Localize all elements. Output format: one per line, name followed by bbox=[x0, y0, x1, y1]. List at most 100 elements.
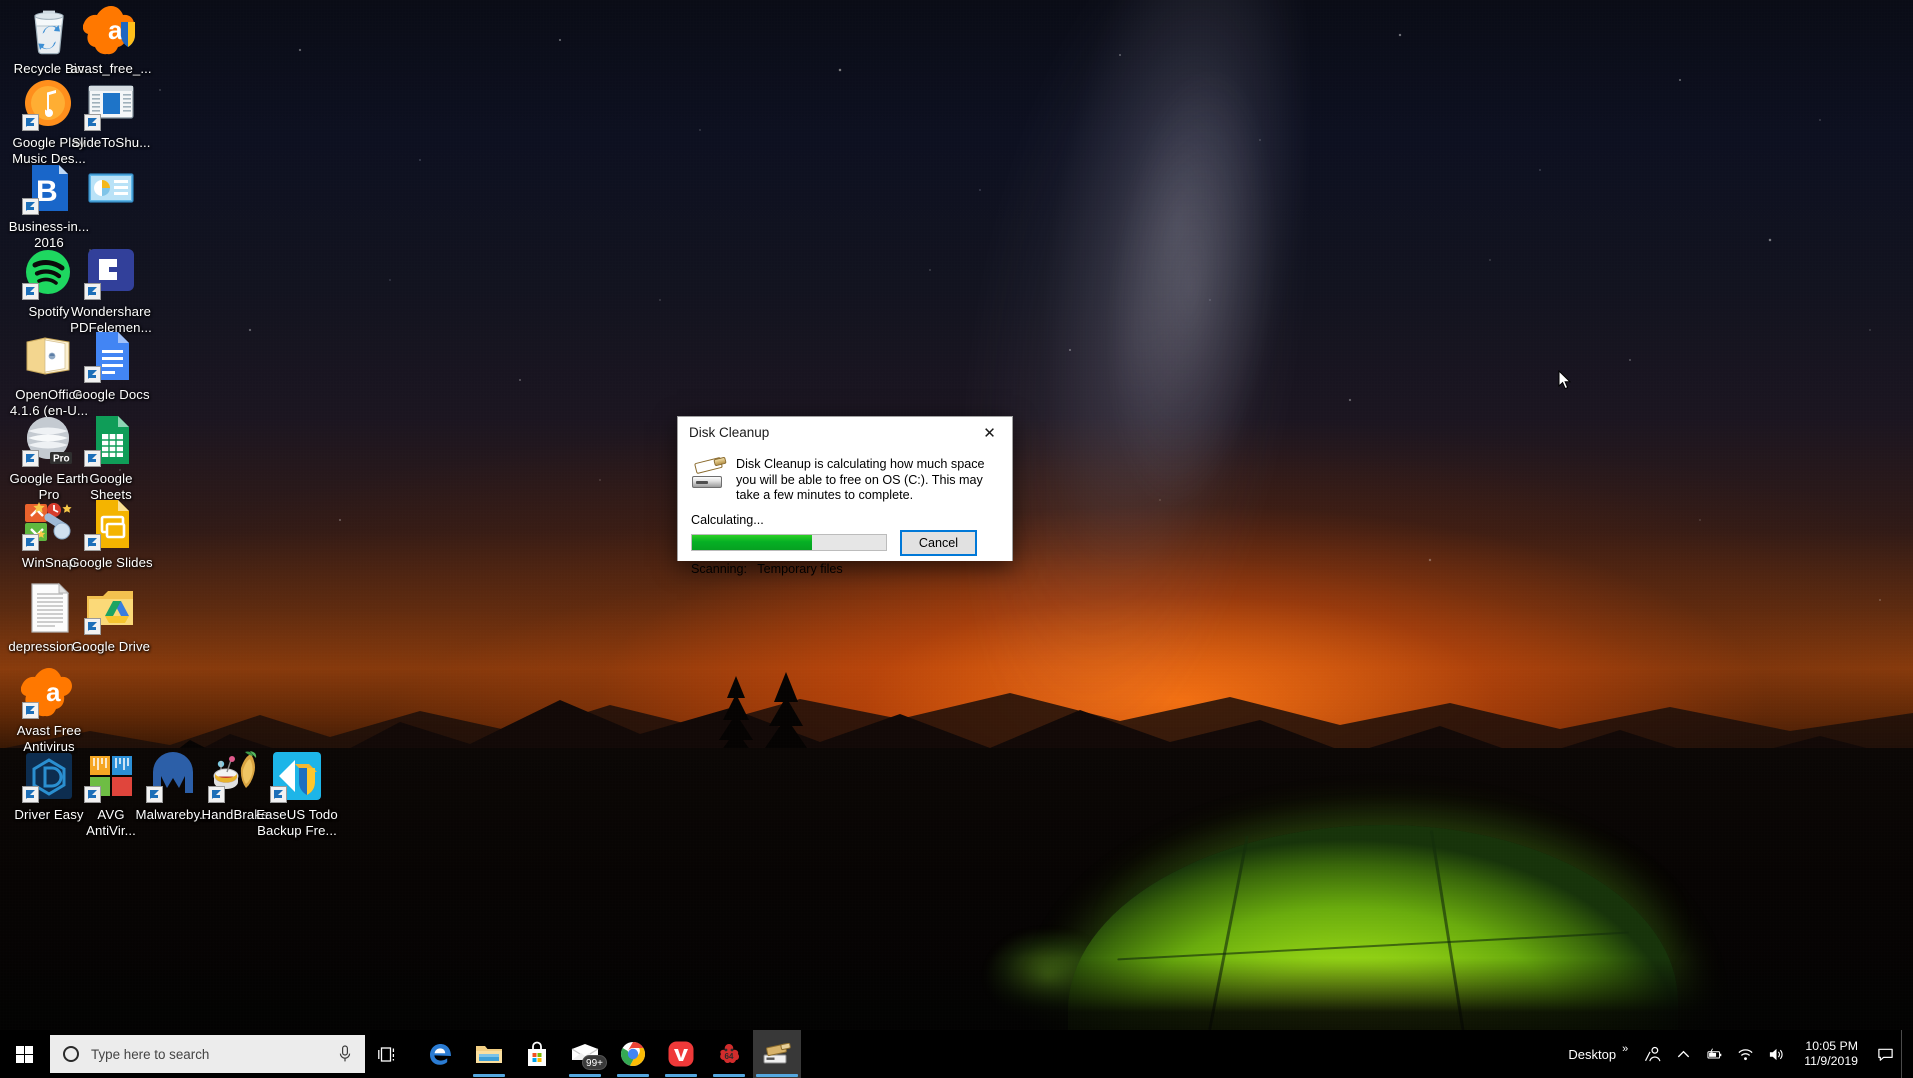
taskbar-microsoft-store[interactable] bbox=[513, 1030, 561, 1078]
desktop-icon-label: avast_free_... bbox=[70, 61, 152, 76]
shortcut-arrow-icon bbox=[146, 786, 163, 803]
desktop-icon-grid[interactable]: Recycle Bin a avast_free_... Google Play… bbox=[0, 0, 380, 1030]
show-hidden-icons-button[interactable] bbox=[1668, 1030, 1699, 1078]
battery-charging-glyph bbox=[1707, 1047, 1722, 1058]
notification-icon bbox=[1878, 1048, 1893, 1061]
network-icon[interactable] bbox=[1730, 1030, 1761, 1078]
desktop-icon-google-slides[interactable]: Google Slides bbox=[62, 496, 160, 571]
desktop-label: Desktop bbox=[1568, 1046, 1617, 1062]
chevron-up-icon bbox=[1678, 1050, 1690, 1057]
progress-bar-fill bbox=[692, 535, 813, 551]
wifi-glyph bbox=[1738, 1048, 1753, 1060]
desktop-icon-easeus-todo-backup[interactable]: EaseUS Todo Backup Fre... bbox=[248, 748, 346, 838]
system-tray[interactable]: Desktop » 10:05 PM 11/9/2019 bbox=[1558, 1030, 1913, 1078]
google-sheets-icon bbox=[83, 412, 139, 468]
taskbar-badge: 99+ bbox=[582, 1055, 607, 1070]
desktop-icon-label: EaseUS Todo Backup Fre... bbox=[256, 807, 338, 838]
desktop-icon-label: Google Docs bbox=[72, 387, 150, 402]
dialog-message: Disk Cleanup is calculating how much spa… bbox=[736, 457, 985, 503]
desktop-overflow-icon[interactable]: » bbox=[1620, 1030, 1637, 1078]
desktop-icon-slidetoshutdown[interactable]: SlideToShu... bbox=[62, 76, 160, 151]
taskbar-vivaldi[interactable] bbox=[657, 1030, 705, 1078]
svg-text:a: a bbox=[46, 677, 61, 707]
people-glyph bbox=[1645, 1046, 1661, 1061]
desktop-icon-label: Google Drive bbox=[71, 639, 151, 654]
taskbar-file-explorer[interactable] bbox=[465, 1030, 513, 1078]
svg-text:64: 64 bbox=[725, 1052, 734, 1061]
taskbar-disk-cleanup[interactable] bbox=[753, 1030, 801, 1078]
google-docs-icon bbox=[83, 328, 139, 384]
slidetoshutdown-icon bbox=[83, 76, 139, 132]
clock-date: 11/9/2019 bbox=[1804, 1054, 1858, 1068]
taskbar-running-indicator bbox=[665, 1074, 697, 1077]
clock[interactable]: 10:05 PM 11/9/2019 bbox=[1792, 1030, 1870, 1078]
taskbar-running-indicator bbox=[713, 1074, 745, 1077]
wondershare-pdfelement-icon bbox=[83, 245, 139, 301]
desktop-peek-label[interactable]: Desktop bbox=[1558, 1030, 1620, 1078]
speaker-glyph bbox=[1770, 1048, 1783, 1060]
cortana-circle-icon bbox=[63, 1046, 79, 1062]
svg-text:a: a bbox=[108, 15, 123, 45]
taskbar-chrome[interactable] bbox=[609, 1030, 657, 1078]
shortcut-arrow-icon bbox=[84, 786, 101, 803]
avast-free-installer-icon: a bbox=[82, 2, 139, 58]
desktop[interactable]: Recycle Bin a avast_free_... Google Play… bbox=[0, 0, 1913, 1078]
taskbar-running-indicator bbox=[473, 1074, 505, 1077]
taskbar-running-indicator bbox=[756, 1074, 798, 1077]
task-view-icon bbox=[378, 1046, 395, 1062]
dialog-body: Disk Cleanup is calculating how much spa… bbox=[678, 448, 1012, 576]
scanning-target: Temporary files bbox=[757, 561, 843, 576]
shortcut-arrow-icon bbox=[22, 114, 39, 131]
volume-icon[interactable] bbox=[1761, 1030, 1792, 1078]
desktop-icon-google-docs[interactable]: Google Docs bbox=[62, 328, 160, 403]
desktop-icon-avast-free-antivirus[interactable]: a Avast Free Antivirus bbox=[0, 664, 98, 754]
shortcut-arrow-icon bbox=[84, 114, 101, 131]
scanning-label: Scanning: bbox=[691, 561, 748, 576]
start-button[interactable] bbox=[0, 1030, 48, 1078]
disk-cleanup-icon bbox=[691, 456, 727, 489]
taskbar-ccleaner[interactable]: 64 bbox=[705, 1030, 753, 1078]
desktop-icon-avast-free-installer[interactable]: a avast_free_... bbox=[62, 2, 160, 77]
desktop-icon-google-drive[interactable]: Google Drive bbox=[62, 580, 160, 655]
clock-time: 10:05 PM bbox=[1805, 1039, 1858, 1053]
taskbar-mail[interactable]: 99+ bbox=[561, 1030, 609, 1078]
google-slides-icon bbox=[83, 496, 139, 552]
task-view-button[interactable] bbox=[365, 1030, 411, 1078]
battery-icon[interactable] bbox=[1699, 1030, 1730, 1078]
shortcut-arrow-icon bbox=[22, 450, 39, 467]
show-desktop-button[interactable] bbox=[1901, 1030, 1911, 1078]
shortcut-arrow-icon bbox=[270, 786, 287, 803]
close-icon[interactable]: ✕ bbox=[967, 418, 1012, 448]
cancel-button[interactable]: Cancel bbox=[900, 529, 977, 556]
microphone-icon[interactable] bbox=[338, 1045, 352, 1063]
shortcut-arrow-icon bbox=[22, 198, 39, 215]
taskbar-edge[interactable] bbox=[417, 1030, 465, 1078]
desktop-icon-presentation-file[interactable] bbox=[62, 160, 160, 219]
progress-bar bbox=[691, 534, 887, 552]
shortcut-arrow-icon bbox=[22, 702, 39, 719]
presentation-file-icon bbox=[83, 160, 139, 216]
desktop-icon-wondershare-pdfelement[interactable]: Wondershare PDFelemen... bbox=[62, 245, 160, 335]
taskbar-app-buttons[interactable]: 99+ 64 bbox=[417, 1030, 801, 1078]
google-drive-icon bbox=[83, 580, 139, 636]
shortcut-arrow-icon bbox=[84, 366, 101, 383]
shortcut-arrow-icon bbox=[84, 283, 101, 300]
easeus-todo-backup-icon bbox=[269, 748, 325, 804]
shortcut-arrow-icon bbox=[208, 786, 225, 803]
desktop-icon-label: Google Slides bbox=[69, 555, 153, 570]
desktop-icon-google-sheets[interactable]: Google Sheets bbox=[62, 412, 160, 502]
search-placeholder: Type here to search bbox=[91, 1046, 210, 1062]
search-input[interactable]: Type here to search bbox=[50, 1035, 365, 1073]
shortcut-arrow-icon bbox=[84, 450, 101, 467]
shortcut-arrow-icon bbox=[84, 618, 101, 635]
dialog-title: Disk Cleanup bbox=[689, 425, 770, 440]
disk-cleanup-dialog[interactable]: Disk Cleanup ✕ Disk Cleanup is calculati… bbox=[677, 416, 1013, 576]
action-center-button[interactable] bbox=[1870, 1030, 1901, 1078]
desktop-icon-label: SlideToShu... bbox=[71, 135, 151, 150]
mouse-cursor bbox=[1558, 370, 1572, 390]
taskbar[interactable]: Type here to search 99+ 64 Desktop » 10:… bbox=[0, 1030, 1913, 1078]
svg-text:B: B bbox=[36, 175, 58, 208]
dialog-titlebar[interactable]: Disk Cleanup ✕ bbox=[678, 417, 1012, 448]
people-icon[interactable] bbox=[1637, 1030, 1668, 1078]
taskbar-running-indicator bbox=[617, 1074, 649, 1077]
